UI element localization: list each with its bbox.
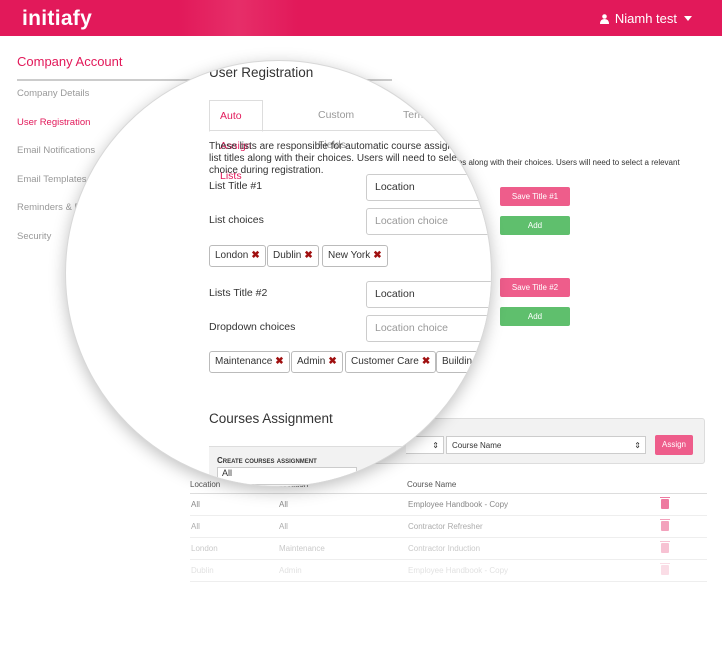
courses-table: Location Location Course Name All All Em… <box>190 477 707 582</box>
choice-tag-label: Customer Care <box>351 356 419 367</box>
choice-tag-label: Dublin <box>273 250 302 261</box>
table-row: All All Contractor Refresher <box>190 515 707 538</box>
list-choices-1-label: List choices <box>209 214 264 226</box>
table-row: Dublin Admin Employee Handbook - Copy <box>190 559 707 582</box>
magnifier-lens: User Registration Auto Assign Lists Cust… <box>65 60 492 487</box>
list-choice-2-input[interactable]: Location choice <box>366 315 491 342</box>
row-sub-location: All <box>278 493 407 516</box>
courses-assignment-title: Courses Assignment <box>209 411 333 426</box>
remove-x-icon[interactable]: ✖ <box>304 250 312 261</box>
add-choice-1-button[interactable]: Add <box>500 216 570 235</box>
list-title-2-label: Lists Title #2 <box>209 287 268 299</box>
chevron-down-icon <box>684 16 692 21</box>
add-choice-2-button[interactable]: Add <box>500 307 570 326</box>
choice-tag: New York ✖ <box>322 245 388 267</box>
choice-tag: Dublin ✖ <box>267 245 319 267</box>
row-sub-location: Admin <box>278 559 407 582</box>
choice-tag-label: New York <box>328 250 371 261</box>
trash-icon[interactable] <box>660 496 670 509</box>
top-bar-highlight <box>178 0 298 36</box>
row-location: London <box>190 537 278 560</box>
row-course: Contractor Refresher <box>407 515 660 538</box>
remove-x-icon[interactable]: ✖ <box>251 250 259 261</box>
remove-x-icon[interactable]: ✖ <box>373 250 381 261</box>
save-title-2-button[interactable]: Save Title #2 <box>500 278 570 297</box>
trash-icon[interactable] <box>660 540 670 553</box>
choice-tag: Buildin <box>436 351 479 373</box>
trash-icon[interactable] <box>660 518 670 531</box>
user-menu[interactable]: Niamh test <box>599 11 692 26</box>
table-row: London Maintenance Contractor Induction <box>190 537 707 560</box>
list-title-1-label: List Title #1 <box>209 180 263 192</box>
list-title-2-input[interactable]: Location <box>366 281 491 308</box>
choice-tag: Customer Care ✖ <box>345 351 437 373</box>
row-course: Employee Handbook - Copy <box>407 493 660 516</box>
choice-tag-label: Admin <box>297 356 326 367</box>
trash-icon[interactable] <box>660 562 670 575</box>
tab-terms[interactable]: Terms <box>393 100 442 130</box>
column-header-actions <box>660 477 707 494</box>
list-title-1-input[interactable]: Location <box>366 174 491 201</box>
page-title: User Registration <box>209 65 314 80</box>
select-arrows-icon: ⇕ <box>634 441 641 450</box>
description-text: These lists are responsible for automati… <box>209 141 492 176</box>
choice-tag-label: London <box>215 250 249 261</box>
user-icon <box>599 14 609 24</box>
choice-tag-label: Buildin <box>442 356 473 367</box>
tab-custom-fields[interactable]: Custom Fields <box>308 100 364 151</box>
create-assignment-select[interactable]: All <box>217 467 357 485</box>
assign-button[interactable]: Assign <box>655 435 693 455</box>
dropdown-choices-label: Dropdown choices <box>209 321 296 333</box>
row-sub-location: All <box>278 515 407 538</box>
choice-tag-label: Maintenance <box>215 356 273 367</box>
choice-tag: London ✖ <box>209 245 266 267</box>
tab-auto-assign-lists[interactable]: Auto Assign Lists <box>209 100 263 182</box>
row-course: Employee Handbook - Copy <box>407 559 660 582</box>
row-course: Contractor Induction <box>407 537 660 560</box>
list-choice-1-input[interactable]: Location choice <box>366 208 491 235</box>
remove-x-icon[interactable]: ✖ <box>422 356 430 367</box>
tab-divider <box>209 130 491 131</box>
row-location: Dublin <box>190 559 278 582</box>
choice-tag: Admin ✖ <box>291 351 343 373</box>
create-courses-assignment-label: Create courses assignment <box>217 456 317 465</box>
remove-x-icon[interactable]: ✖ <box>328 356 336 367</box>
row-location: All <box>190 515 278 538</box>
choice-tag: Maintenance ✖ <box>209 351 290 373</box>
save-title-1-button[interactable]: Save Title #1 <box>500 187 570 206</box>
row-sub-location: Maintenance <box>278 537 407 560</box>
logo[interactable]: initiafy <box>22 7 92 31</box>
row-location: All <box>190 493 278 516</box>
table-row: All All Employee Handbook - Copy <box>190 493 707 516</box>
user-name: Niamh test <box>614 11 677 26</box>
top-bar: initiafy Niamh test <box>0 0 722 36</box>
remove-x-icon[interactable]: ✖ <box>275 356 283 367</box>
